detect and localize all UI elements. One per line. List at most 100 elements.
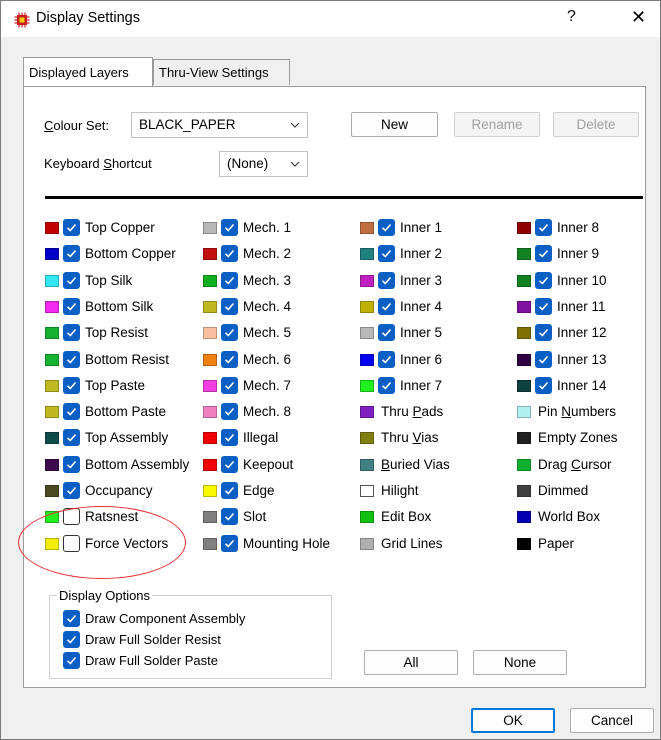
layer-color-swatch[interactable] <box>360 459 374 471</box>
rename-button[interactable]: Rename <box>454 112 540 137</box>
layer-checkbox[interactable] <box>63 482 80 499</box>
layer-color-swatch[interactable] <box>360 406 374 418</box>
layer-checkbox[interactable] <box>63 272 80 289</box>
layer-color-swatch[interactable] <box>360 222 374 234</box>
layer-checkbox[interactable] <box>221 298 238 315</box>
layer-color-swatch[interactable] <box>203 301 217 313</box>
layer-color-swatch[interactable] <box>203 380 217 392</box>
layer-checkbox[interactable] <box>378 272 395 289</box>
layer-checkbox[interactable] <box>221 456 238 473</box>
help-button[interactable]: ? <box>567 8 576 26</box>
layer-color-swatch[interactable] <box>203 222 217 234</box>
none-button[interactable]: None <box>473 650 567 675</box>
layer-checkbox[interactable] <box>63 429 80 446</box>
layer-color-swatch[interactable] <box>203 248 217 260</box>
layer-color-swatch[interactable] <box>360 248 374 260</box>
layer-color-swatch[interactable] <box>203 459 217 471</box>
layer-color-swatch[interactable] <box>517 485 531 497</box>
layer-color-swatch[interactable] <box>360 301 374 313</box>
layer-checkbox[interactable] <box>63 324 80 341</box>
layer-color-swatch[interactable] <box>360 538 374 550</box>
layer-color-swatch[interactable] <box>45 354 59 366</box>
layer-checkbox[interactable] <box>378 324 395 341</box>
layer-color-swatch[interactable] <box>45 301 59 313</box>
layer-color-swatch[interactable] <box>45 222 59 234</box>
layer-color-swatch[interactable] <box>45 485 59 497</box>
layer-color-swatch[interactable] <box>203 538 217 550</box>
option-checkbox[interactable] <box>63 610 80 627</box>
layer-checkbox[interactable] <box>63 298 80 315</box>
layer-color-swatch[interactable] <box>517 275 531 287</box>
layer-checkbox[interactable] <box>535 298 552 315</box>
layer-color-swatch[interactable] <box>45 327 59 339</box>
layer-color-swatch[interactable] <box>360 380 374 392</box>
keyboard-shortcut-dropdown[interactable]: (None) <box>219 151 308 177</box>
close-button[interactable]: ✕ <box>631 7 646 28</box>
layer-checkbox[interactable] <box>221 351 238 368</box>
layer-color-swatch[interactable] <box>45 406 59 418</box>
layer-checkbox[interactable] <box>535 351 552 368</box>
layer-checkbox[interactable] <box>535 377 552 394</box>
layer-checkbox[interactable] <box>221 377 238 394</box>
layer-color-swatch[interactable] <box>45 248 59 260</box>
all-button[interactable]: All <box>364 650 458 675</box>
layer-color-swatch[interactable] <box>360 432 374 444</box>
layer-checkbox[interactable] <box>378 377 395 394</box>
layer-checkbox[interactable] <box>63 377 80 394</box>
layer-color-swatch[interactable] <box>517 222 531 234</box>
layer-checkbox[interactable] <box>378 245 395 262</box>
layer-checkbox[interactable] <box>378 351 395 368</box>
cancel-button[interactable]: Cancel <box>570 708 654 733</box>
layer-color-swatch[interactable] <box>203 327 217 339</box>
layer-checkbox[interactable] <box>535 272 552 289</box>
layer-checkbox[interactable] <box>535 324 552 341</box>
layer-checkbox[interactable] <box>221 403 238 420</box>
layer-color-swatch[interactable] <box>203 432 217 444</box>
layer-color-swatch[interactable] <box>517 406 531 418</box>
tab-displayed-layers[interactable]: Displayed Layers <box>23 57 153 86</box>
option-checkbox[interactable] <box>63 652 80 669</box>
layer-color-swatch[interactable] <box>517 248 531 260</box>
layer-checkbox[interactable] <box>221 272 238 289</box>
layer-checkbox[interactable] <box>221 535 238 552</box>
layer-checkbox[interactable] <box>221 482 238 499</box>
layer-color-swatch[interactable] <box>360 511 374 523</box>
layer-color-swatch[interactable] <box>360 354 374 366</box>
layer-color-swatch[interactable] <box>517 432 531 444</box>
new-button[interactable]: New <box>351 112 438 137</box>
layer-color-swatch[interactable] <box>517 354 531 366</box>
layer-checkbox[interactable] <box>221 429 238 446</box>
layer-checkbox[interactable] <box>378 298 395 315</box>
layer-color-swatch[interactable] <box>517 327 531 339</box>
layer-color-swatch[interactable] <box>360 327 374 339</box>
layer-checkbox[interactable] <box>221 245 238 262</box>
layer-checkbox[interactable] <box>535 219 552 236</box>
layer-checkbox[interactable] <box>63 456 80 473</box>
layer-color-swatch[interactable] <box>203 485 217 497</box>
layer-checkbox[interactable] <box>221 324 238 341</box>
layer-color-swatch[interactable] <box>45 459 59 471</box>
layer-color-swatch[interactable] <box>517 538 531 550</box>
delete-button[interactable]: Delete <box>553 112 639 137</box>
layer-color-swatch[interactable] <box>203 406 217 418</box>
layer-checkbox[interactable] <box>63 351 80 368</box>
layer-color-swatch[interactable] <box>360 275 374 287</box>
layer-checkbox[interactable] <box>378 219 395 236</box>
layer-color-swatch[interactable] <box>517 459 531 471</box>
layer-color-swatch[interactable] <box>360 485 374 497</box>
layer-color-swatch[interactable] <box>203 511 217 523</box>
layer-color-swatch[interactable] <box>203 275 217 287</box>
layer-checkbox[interactable] <box>63 403 80 420</box>
layer-color-swatch[interactable] <box>517 301 531 313</box>
colour-set-dropdown[interactable]: BLACK_PAPER <box>131 112 308 138</box>
layer-color-swatch[interactable] <box>45 380 59 392</box>
layer-checkbox[interactable] <box>63 245 80 262</box>
layer-color-swatch[interactable] <box>203 354 217 366</box>
tab-thru-view-settings[interactable]: Thru-View Settings <box>153 59 290 85</box>
layer-color-swatch[interactable] <box>517 511 531 523</box>
layer-color-swatch[interactable] <box>45 432 59 444</box>
ok-button[interactable]: OK <box>471 708 555 733</box>
layer-color-swatch[interactable] <box>45 275 59 287</box>
layer-color-swatch[interactable] <box>517 380 531 392</box>
layer-checkbox[interactable] <box>63 219 80 236</box>
